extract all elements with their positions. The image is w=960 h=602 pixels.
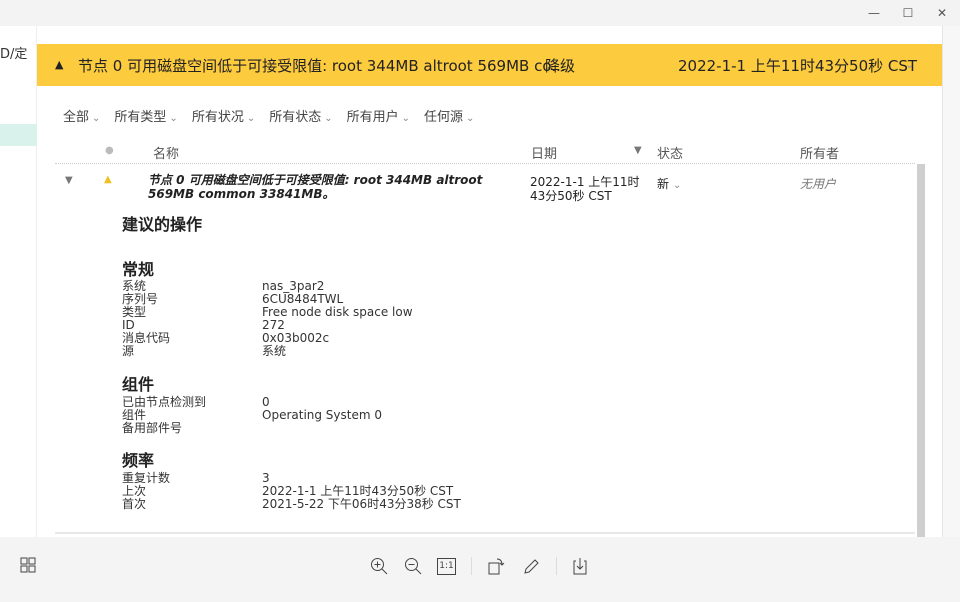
alert-owner: 无用户 <box>800 177 837 191</box>
filter-condition[interactable]: 所有状况 ⌄ <box>192 106 255 125</box>
title-bar: — ☐ ✕ <box>0 0 960 26</box>
toolbar-separator <box>556 557 557 575</box>
edit-pencil-icon[interactable] <box>521 557 541 577</box>
frequency-heading: 频率 <box>122 451 155 470</box>
chevron-down-icon: ⌄ <box>92 113 101 124</box>
close-button[interactable]: ✕ <box>932 4 952 22</box>
column-date[interactable]: 日期 <box>531 143 557 162</box>
left-panel-selected-item <box>0 124 37 146</box>
filter-source[interactable]: 任何源 ⌄ <box>424 106 474 125</box>
rotate-icon[interactable] <box>486 557 506 577</box>
zoom-out-icon[interactable] <box>403 557 423 577</box>
alert-banner[interactable]: ▲ 节点 0 可用磁盘空间低于可接受限值: root 344MB altroot… <box>37 44 942 86</box>
general-details: 系统 nas_3par2 序列号 6CU8484TWL 类型 Free node di… <box>122 279 413 358</box>
alert-name[interactable]: 节点 0 可用磁盘空间低于可接受限值: root 344MB altroot 5… <box>148 173 518 201</box>
scrollbar[interactable] <box>917 164 925 537</box>
list-bottom-divider <box>55 532 915 534</box>
grid-view-icon[interactable] <box>18 557 38 577</box>
left-panel-text: D/定 <box>0 47 28 62</box>
chevron-down-icon[interactable]: ⌄ <box>905 58 914 71</box>
chevron-down-icon: ⌄ <box>324 113 333 124</box>
right-panel <box>942 26 960 537</box>
status-dropdown[interactable]: 新 ⌄ <box>657 175 681 192</box>
frequency-details: 重复计数 3 上次 2022-1-1 上午11时43分50秒 CST 首次 2021-… <box>122 471 461 511</box>
save-download-icon[interactable] <box>570 557 590 577</box>
column-name[interactable]: 名称 <box>153 143 179 162</box>
component-heading: 组件 <box>122 375 155 394</box>
filter-state[interactable]: 所有状态 ⌄ <box>269 106 332 125</box>
collapse-caret-icon[interactable]: ▼ <box>65 175 73 186</box>
severity-dot-icon: ● <box>105 145 114 156</box>
minimize-button[interactable]: — <box>864 4 884 22</box>
chevron-down-icon: ⌄ <box>466 113 475 124</box>
header-divider <box>55 163 915 164</box>
maximize-button[interactable]: ☐ <box>898 4 918 22</box>
sort-desc-icon[interactable]: ▼ <box>634 145 642 156</box>
toolbar-separator <box>471 557 472 575</box>
filter-type[interactable]: 所有类型 ⌄ <box>114 106 177 125</box>
banner-date: 2022-1-1 上午11时43分50秒 CST <box>678 57 918 75</box>
zoom-in-icon[interactable] <box>369 557 389 577</box>
general-heading: 常规 <box>122 260 155 279</box>
alert-date: 2022-1-1 上午11时43分50秒 CST <box>530 175 640 203</box>
column-owner[interactable]: 所有者 <box>800 143 839 162</box>
recommended-actions-heading: 建议的操作 <box>122 215 203 234</box>
viewer-toolbar: 1:1 <box>0 537 960 602</box>
warning-triangle-icon: ▲ <box>55 58 64 71</box>
warning-triangle-icon: ▲ <box>104 174 112 185</box>
chevron-down-icon: ⌄ <box>673 180 682 191</box>
filter-bar: 全部 ⌄ 所有类型 ⌄ 所有状况 ⌄ 所有状态 ⌄ 所有用户 ⌄ 任何源 ⌄ <box>63 106 474 125</box>
chevron-down-icon: ⌄ <box>169 113 178 124</box>
image-canvas: D/定 ▲ 节点 0 可用磁盘空间低于可接受限值: root 344MB alt… <box>0 26 960 537</box>
banner-message: 节点 0 可用磁盘空间低于可接受限值: root 344MB altroot 5… <box>78 57 566 75</box>
left-panel: D/定 <box>0 26 37 537</box>
column-status[interactable]: 状态 <box>657 143 683 162</box>
component-details: 已由节点检测到 0 组件 Operating System 0 备用部件号 <box>122 395 383 435</box>
banner-severity: 降级 <box>545 57 576 75</box>
chevron-down-icon: ⌄ <box>246 113 256 124</box>
filter-all[interactable]: 全部 ⌄ <box>63 106 100 125</box>
actual-size-button[interactable]: 1:1 <box>437 558 456 575</box>
chevron-down-icon: ⌄ <box>401 113 411 124</box>
filter-user[interactable]: 所有用户 ⌄ <box>347 106 410 125</box>
